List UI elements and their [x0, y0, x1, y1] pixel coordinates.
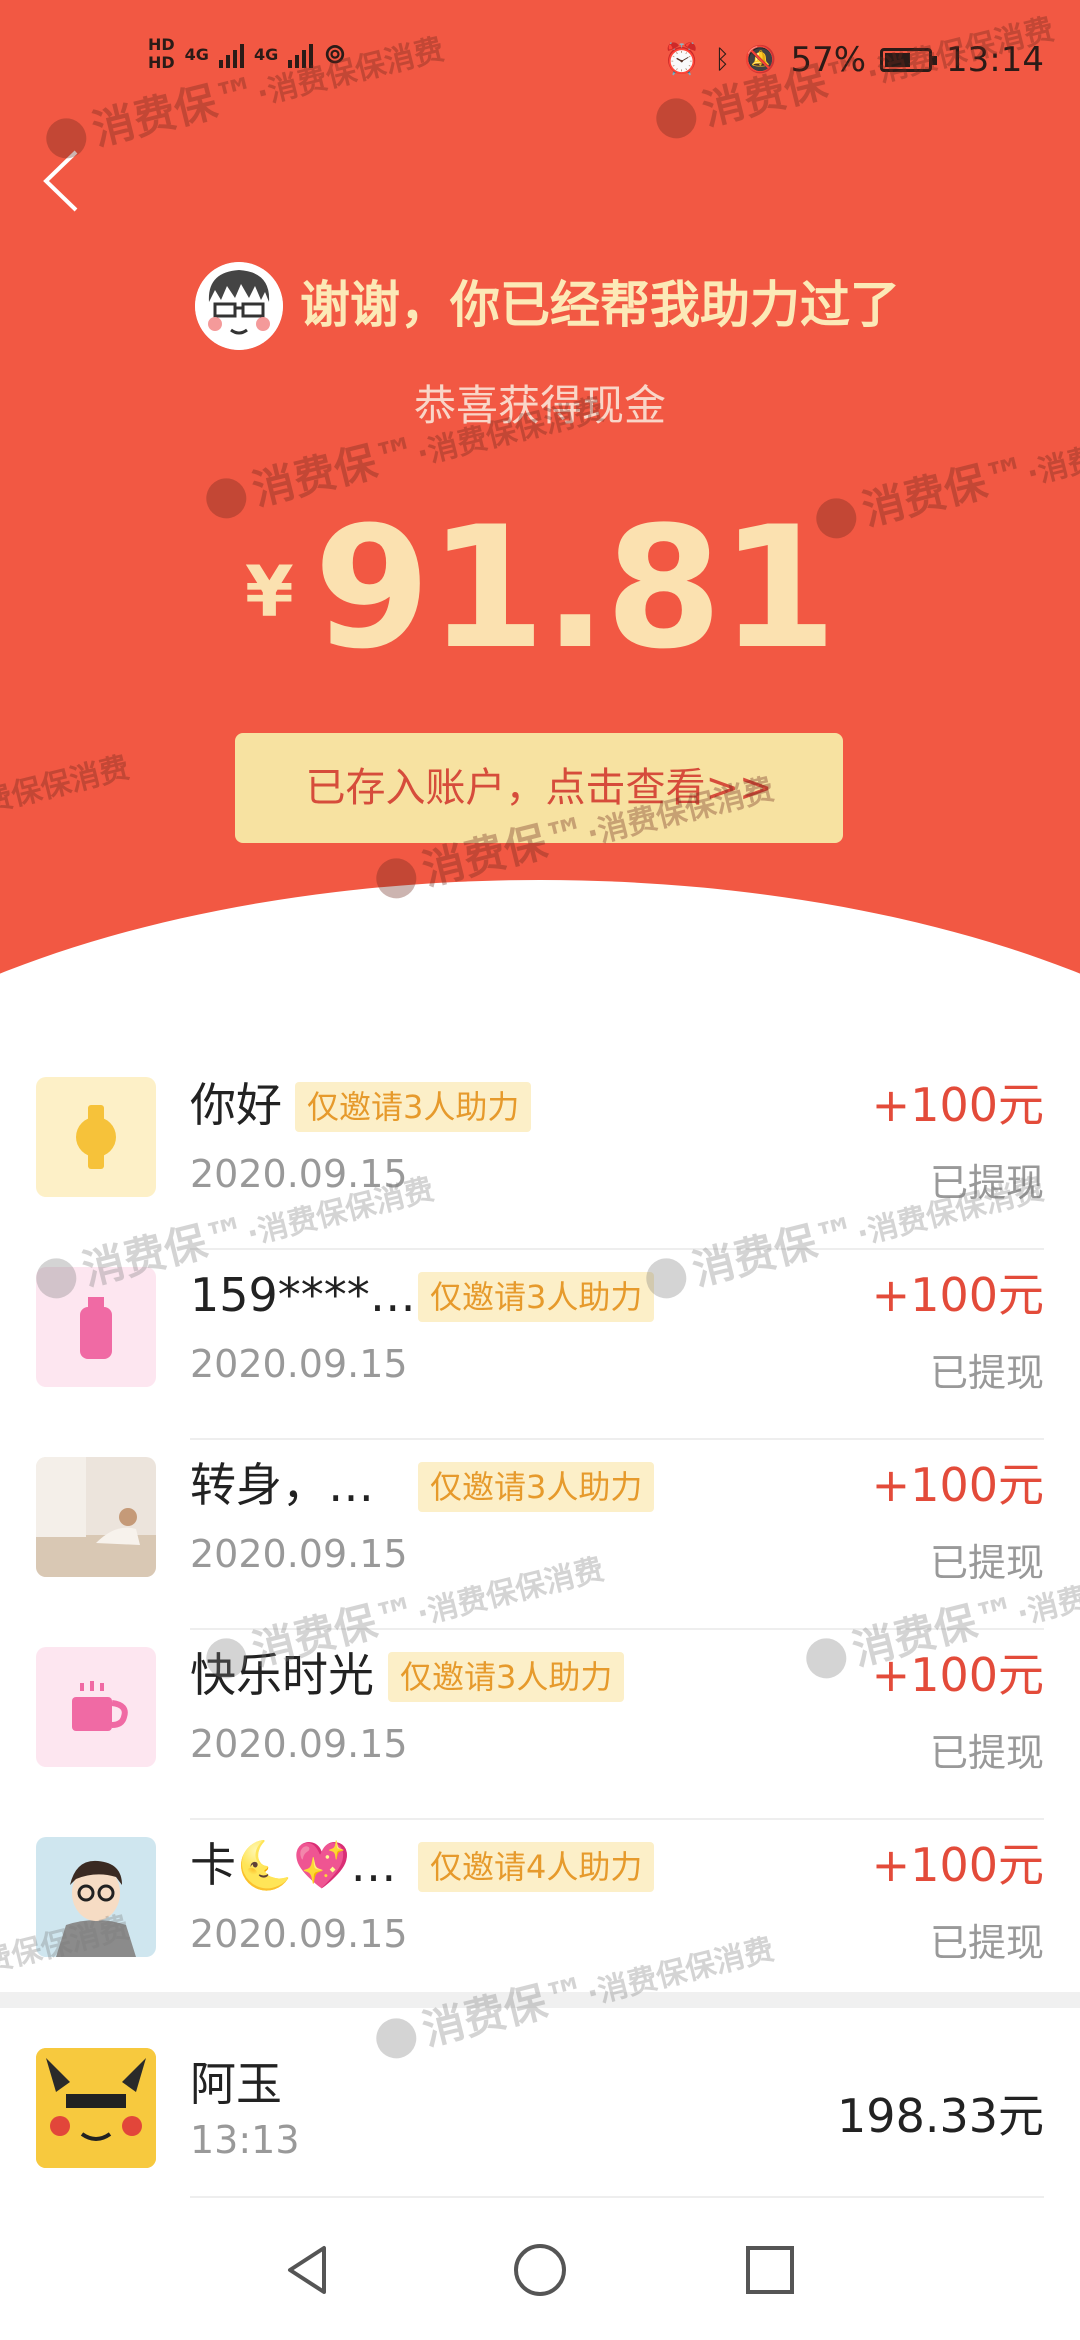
alarm-icon: ⏰	[663, 42, 701, 77]
signal-group: HD HD 4G 4G ⊚	[148, 36, 347, 72]
chat-preview-row[interactable]: 阿玉 13:13 198.33元	[0, 2010, 1080, 2196]
cash-amount: ¥91.81	[0, 490, 1080, 686]
invite-tag: 仅邀请4人助力	[418, 1842, 655, 1892]
record-thumb	[36, 1267, 156, 1387]
triangle-back-icon	[288, 2246, 326, 2294]
chat-amount: 198.33元	[837, 2089, 1044, 2143]
system-nav-bar	[0, 2200, 1080, 2340]
signal-bars-icon-2	[288, 40, 314, 68]
record-thumb	[36, 1457, 156, 1577]
nav-back-button[interactable]	[280, 2240, 340, 2300]
invite-tag: 仅邀请3人助力	[388, 1652, 625, 1702]
status-bar: HD HD 4G 4G ⊚ ⏰ ᛒ 🔕 57% 13:14	[0, 0, 1080, 130]
record-status: 已提现	[929, 1731, 1044, 1775]
record-date: 2020.09.15	[190, 1342, 408, 1386]
cartoon-avatar	[36, 1837, 156, 1957]
chevron-left-icon	[43, 150, 78, 212]
pikachu-avatar	[36, 2048, 156, 2168]
invite-tag: 仅邀请3人助力	[295, 1082, 532, 1132]
record-date: 2020.09.15	[190, 1152, 408, 1196]
list-item[interactable]: 卡🌜💖… 仅邀请4人助力 2020.09.15 +100元 已提现	[0, 1820, 1080, 2010]
watermark: 费保保消费	[0, 743, 133, 822]
nav-recents-button[interactable]	[740, 2240, 800, 2300]
record-status: 已提现	[929, 1541, 1044, 1585]
network-type-1: 4G	[184, 44, 209, 64]
hd-label-2: HD	[148, 53, 175, 72]
record-status: 已提现	[929, 1161, 1044, 1205]
view-account-button[interactable]: 已存入账户，点击查看>>	[235, 733, 843, 843]
record-name: 转身，…	[190, 1458, 374, 1512]
bluetooth-icon: ᛒ	[714, 45, 731, 75]
invite-tag: 仅邀请3人助力	[418, 1462, 655, 1512]
nav-home-button[interactable]	[510, 2240, 570, 2300]
record-thumb	[36, 1837, 156, 1957]
square-recents-icon	[746, 2246, 794, 2294]
record-amount: +100元	[871, 1458, 1044, 1512]
helper-avatar	[195, 262, 283, 350]
mute-icon: 🔕	[744, 45, 777, 75]
battery-icon	[880, 48, 938, 72]
network-type-2: 4G	[253, 44, 279, 64]
record-amount: +100元	[871, 1268, 1044, 1322]
chat-name: 阿玉	[190, 2057, 282, 2111]
signal-bars-icon	[218, 40, 244, 68]
chat-time: 13:13	[190, 2118, 300, 2162]
record-date: 2020.09.15	[190, 1722, 408, 1766]
header-curve	[0, 880, 1080, 1010]
invite-tag: 仅邀请3人助力	[418, 1272, 655, 1322]
record-status: 已提现	[929, 1351, 1044, 1395]
reward-header: HD HD 4G 4G ⊚ ⏰ ᛒ 🔕 57% 13:14 谢谢，你已经帮我助力…	[0, 0, 1080, 1010]
congrats-text: 恭喜获得现金	[413, 381, 666, 430]
status-icons: ⏰ ᛒ 🔕 57% 13:14	[663, 40, 1044, 80]
battery-percent: 57%	[790, 40, 867, 80]
photo-avatar	[36, 1457, 156, 1577]
watch-icon	[36, 1077, 156, 1197]
divider	[190, 2196, 1044, 2198]
record-thumb	[36, 1647, 156, 1767]
list-item[interactable]: 快乐时光 仅邀请3人助力 2020.09.15 +100元 已提现	[0, 1630, 1080, 1820]
record-date: 2020.09.15	[190, 1532, 408, 1576]
list-item[interactable]: 你好 仅邀请3人助力 2020.09.15 +100元 已提现	[0, 1060, 1080, 1250]
clock: 13:14	[946, 40, 1044, 80]
record-name: 159****…	[190, 1268, 416, 1322]
list-item[interactable]: 159****… 仅邀请3人助力 2020.09.15 +100元 已提现	[0, 1250, 1080, 1440]
record-name: 卡🌜💖…	[190, 1838, 397, 1892]
currency-symbol: ¥	[244, 551, 294, 633]
record-date: 2020.09.15	[190, 1912, 408, 1956]
section-divider	[0, 1992, 1080, 2008]
hotspot-icon: ⊚	[323, 37, 347, 70]
cartoon-face-icon	[195, 262, 283, 350]
record-amount: +100元	[871, 1838, 1044, 1892]
back-button[interactable]	[40, 148, 90, 214]
hd-label-1: HD	[148, 35, 175, 54]
cup-icon	[36, 1647, 156, 1767]
watermark-fragment: 费保保消费	[0, 750, 133, 821]
reward-list: 你好 仅邀请3人助力 2020.09.15 +100元 已提现 159****……	[0, 1060, 1080, 2010]
list-item[interactable]: 转身，… 仅邀请3人助力 2020.09.15 +100元 已提现	[0, 1440, 1080, 1630]
record-name: 你好	[190, 1078, 282, 1132]
amount-value: 91.81	[313, 490, 837, 686]
record-amount: +100元	[871, 1648, 1044, 1702]
bottle-icon	[36, 1267, 156, 1387]
thanks-message: 谢谢，你已经帮我助力过了	[300, 276, 900, 334]
record-name: 快乐时光	[190, 1648, 374, 1702]
circle-home-icon	[514, 2244, 566, 2296]
record-status: 已提现	[929, 1921, 1044, 1965]
chat-avatar	[36, 2048, 156, 2168]
record-thumb	[36, 1077, 156, 1197]
record-amount: +100元	[871, 1078, 1044, 1132]
